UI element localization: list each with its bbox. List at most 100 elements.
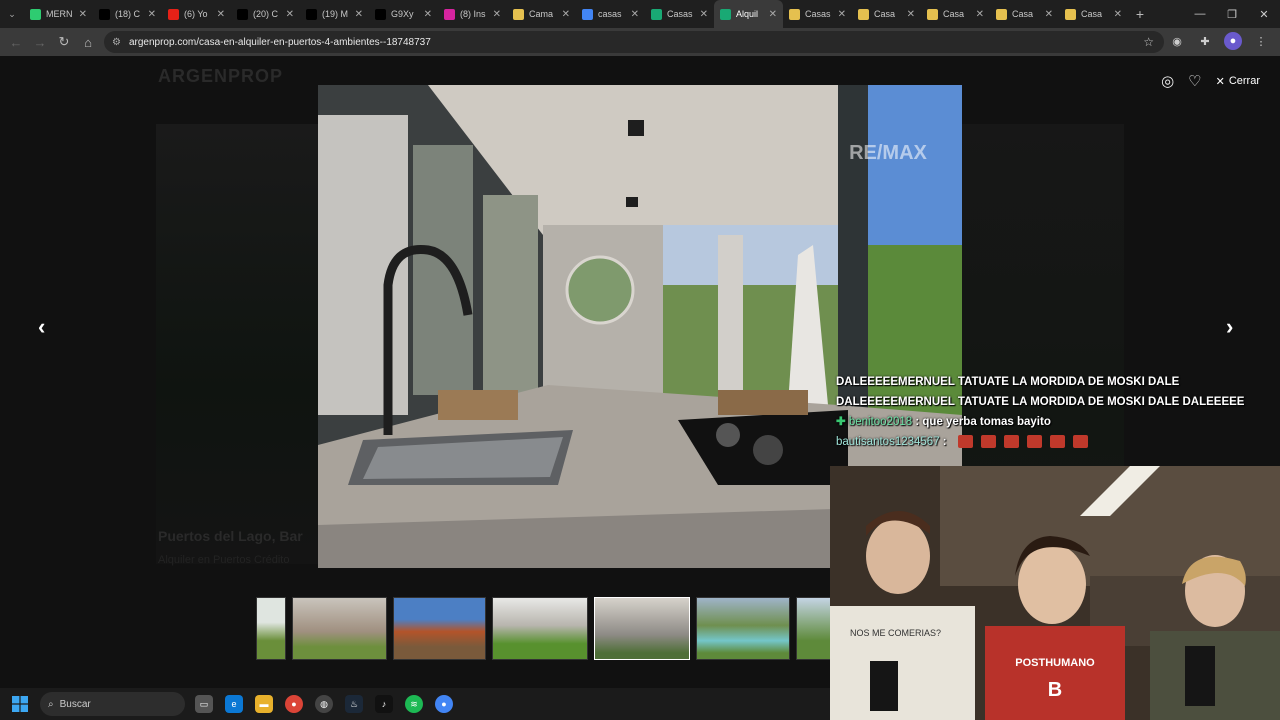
browser-tab[interactable]: (19) M ✕ — [300, 0, 369, 28]
close-tab-icon[interactable]: ✕ — [700, 9, 708, 20]
browser-tab[interactable]: (18) C ✕ — [93, 0, 162, 28]
chrome-active-icon[interactable]: ● — [435, 695, 453, 713]
thumbnail[interactable] — [796, 597, 832, 660]
minimize-icon[interactable]: — — [1184, 0, 1216, 28]
thumbnail[interactable] — [256, 597, 286, 660]
close-tab-icon[interactable]: ✕ — [769, 9, 777, 20]
thumbnail[interactable] — [393, 597, 486, 660]
close-tab-icon[interactable]: ✕ — [562, 9, 570, 20]
close-icon: ✕ — [1215, 75, 1225, 88]
browser-tab[interactable]: Cama ✕ — [507, 0, 576, 28]
tab-title: casas — [598, 9, 622, 19]
browser-tab[interactable]: Casas ✕ — [645, 0, 714, 28]
listing-icon — [789, 8, 800, 20]
browser-tab[interactable]: (6) Yo ✕ — [162, 0, 231, 28]
instagram-icon — [444, 8, 455, 20]
browser-tab[interactable]: casas ✕ — [576, 0, 645, 28]
restore-icon[interactable]: ❐ — [1216, 0, 1248, 28]
close-window-icon[interactable]: ✕ — [1248, 0, 1280, 28]
close-tab-icon[interactable]: ✕ — [976, 9, 984, 20]
browser-tab[interactable]: Casa ✕ — [1059, 0, 1128, 28]
forward-icon[interactable]: → — [28, 30, 52, 54]
tab-search-button[interactable]: ⌄ — [0, 0, 24, 28]
close-tab-icon[interactable]: ✕ — [1114, 9, 1122, 20]
close-tab-icon[interactable]: ✕ — [493, 9, 501, 20]
tab-title: Casa — [1081, 9, 1103, 19]
close-label: Cerrar — [1228, 75, 1260, 87]
profile-avatar[interactable]: ● — [1224, 32, 1242, 50]
home-icon[interactable]: ⌂ — [76, 30, 100, 54]
close-tab-icon[interactable]: ✕ — [907, 9, 915, 20]
thumbnail[interactable] — [696, 597, 790, 660]
browser-toolbar: ← → ↻ ⌂ ⚙ argenprop.com/casa-en-alquiler… — [0, 28, 1280, 56]
hide-eye-icon[interactable]: ◎ — [1161, 72, 1174, 90]
tab-title: Cama — [529, 9, 554, 19]
chat-message: ✚ benitoo2018 : que yerba tomas bayito — [836, 416, 1051, 428]
argenprop-icon — [720, 8, 731, 20]
browser-tab[interactable]: Casa ✕ — [921, 0, 990, 28]
close-tab-icon[interactable]: ✕ — [424, 9, 432, 20]
close-tab-icon[interactable]: ✕ — [355, 9, 363, 20]
tab-title: Casas — [805, 9, 831, 19]
steam-icon[interactable]: ♨ — [345, 695, 363, 713]
tab-title: (19) M — [322, 9, 349, 19]
extensions-puzzle-icon[interactable]: ✚ — [1196, 32, 1214, 50]
reload-icon[interactable]: ↻ — [52, 30, 76, 54]
task-view-icon[interactable]: ▭ — [195, 695, 213, 713]
close-tab-icon[interactable]: ✕ — [631, 9, 639, 20]
webcam-overlay: NOS ME COMERIAS? POSTHUMANO B — [830, 466, 1280, 720]
thumbnail-active[interactable] — [594, 597, 690, 660]
search-icon: ⌕ — [48, 698, 54, 710]
emote-icon — [980, 435, 996, 449]
browser-tab[interactable]: Casa ✕ — [852, 0, 921, 28]
spotify-icon[interactable]: ≋ — [405, 695, 423, 713]
prev-photo-button[interactable]: ‹ — [38, 314, 45, 340]
close-tab-icon[interactable]: ✕ — [148, 9, 156, 20]
search-label: Buscar — [59, 698, 91, 710]
k-icon — [30, 8, 41, 20]
emote-icon — [957, 435, 973, 449]
close-tab-icon[interactable]: ✕ — [217, 9, 225, 20]
close-tab-icon[interactable]: ✕ — [1045, 9, 1053, 20]
close-gallery-button[interactable]: ✕ Cerrar — [1216, 75, 1260, 88]
browser-tab[interactable]: MERN ✕ — [24, 0, 93, 28]
browser-tab[interactable]: Casa ✕ — [990, 0, 1059, 28]
x-icon — [99, 8, 110, 20]
thumbnail[interactable] — [292, 597, 387, 660]
back-icon[interactable]: ← — [4, 30, 28, 54]
close-tab-icon[interactable]: ✕ — [79, 9, 87, 20]
menu-kebab-icon[interactable]: ⋮ — [1252, 32, 1270, 50]
taskbar-apps: ▭ e ▬ ● ◍ ♨ ♪ ≋ ● — [195, 695, 453, 713]
listing-icon — [996, 8, 1007, 20]
site-info-icon[interactable]: ⚙ — [112, 37, 121, 48]
browser-tab[interactable]: (20) C ✕ — [231, 0, 300, 28]
edge-icon[interactable]: e — [225, 695, 243, 713]
chrome-icon[interactable]: ● — [285, 695, 303, 713]
browser-tab[interactable]: Casas ✕ — [783, 0, 852, 28]
tiktok-icon[interactable]: ♪ — [375, 695, 393, 713]
file-explorer-icon[interactable]: ▬ — [255, 695, 273, 713]
bookmark-star-icon[interactable]: ☆ — [1143, 35, 1154, 49]
thumbnail[interactable] — [492, 597, 588, 660]
windows-start-button[interactable] — [0, 696, 40, 712]
google-icon — [582, 8, 593, 20]
extension-icon[interactable]: ◉ — [1168, 32, 1186, 50]
address-bar[interactable]: ⚙ argenprop.com/casa-en-alquiler-en-puer… — [104, 31, 1164, 53]
argenprop-icon — [651, 8, 662, 20]
browser-tab[interactable]: G9Xy ✕ — [369, 0, 438, 28]
tab-strip: ⌄ MERN ✕ (18) C ✕ (6) Yo ✕ (20) C ✕ (19) M ✕ G9Xy ✕… — [0, 0, 1280, 28]
close-tab-icon[interactable]: ✕ — [838, 9, 846, 20]
new-tab-button[interactable]: + — [1128, 6, 1152, 22]
windows-taskbar: ⌕ Buscar ▭ e ▬ ● ◍ ♨ ♪ ≋ ● — [0, 688, 830, 720]
x-icon — [306, 8, 317, 20]
browser-tab[interactable]: (8) Ins ✕ — [438, 0, 507, 28]
taskbar-search[interactable]: ⌕ Buscar — [40, 692, 185, 716]
next-photo-button[interactable]: › — [1226, 314, 1233, 340]
shirt-middle-text: POSTHUMANO — [1015, 657, 1095, 669]
chat-message: DALEEEEEMERNUEL TATUATE LA MORDIDA DE MO… — [836, 376, 1180, 388]
recorder-icon[interactable]: ◍ — [315, 695, 333, 713]
heart-icon[interactable]: ♡ — [1188, 72, 1201, 90]
close-tab-icon[interactable]: ✕ — [286, 9, 294, 20]
browser-tab[interactable]: Alquil ✕ — [714, 0, 783, 28]
tab-title: MERN — [46, 9, 73, 19]
